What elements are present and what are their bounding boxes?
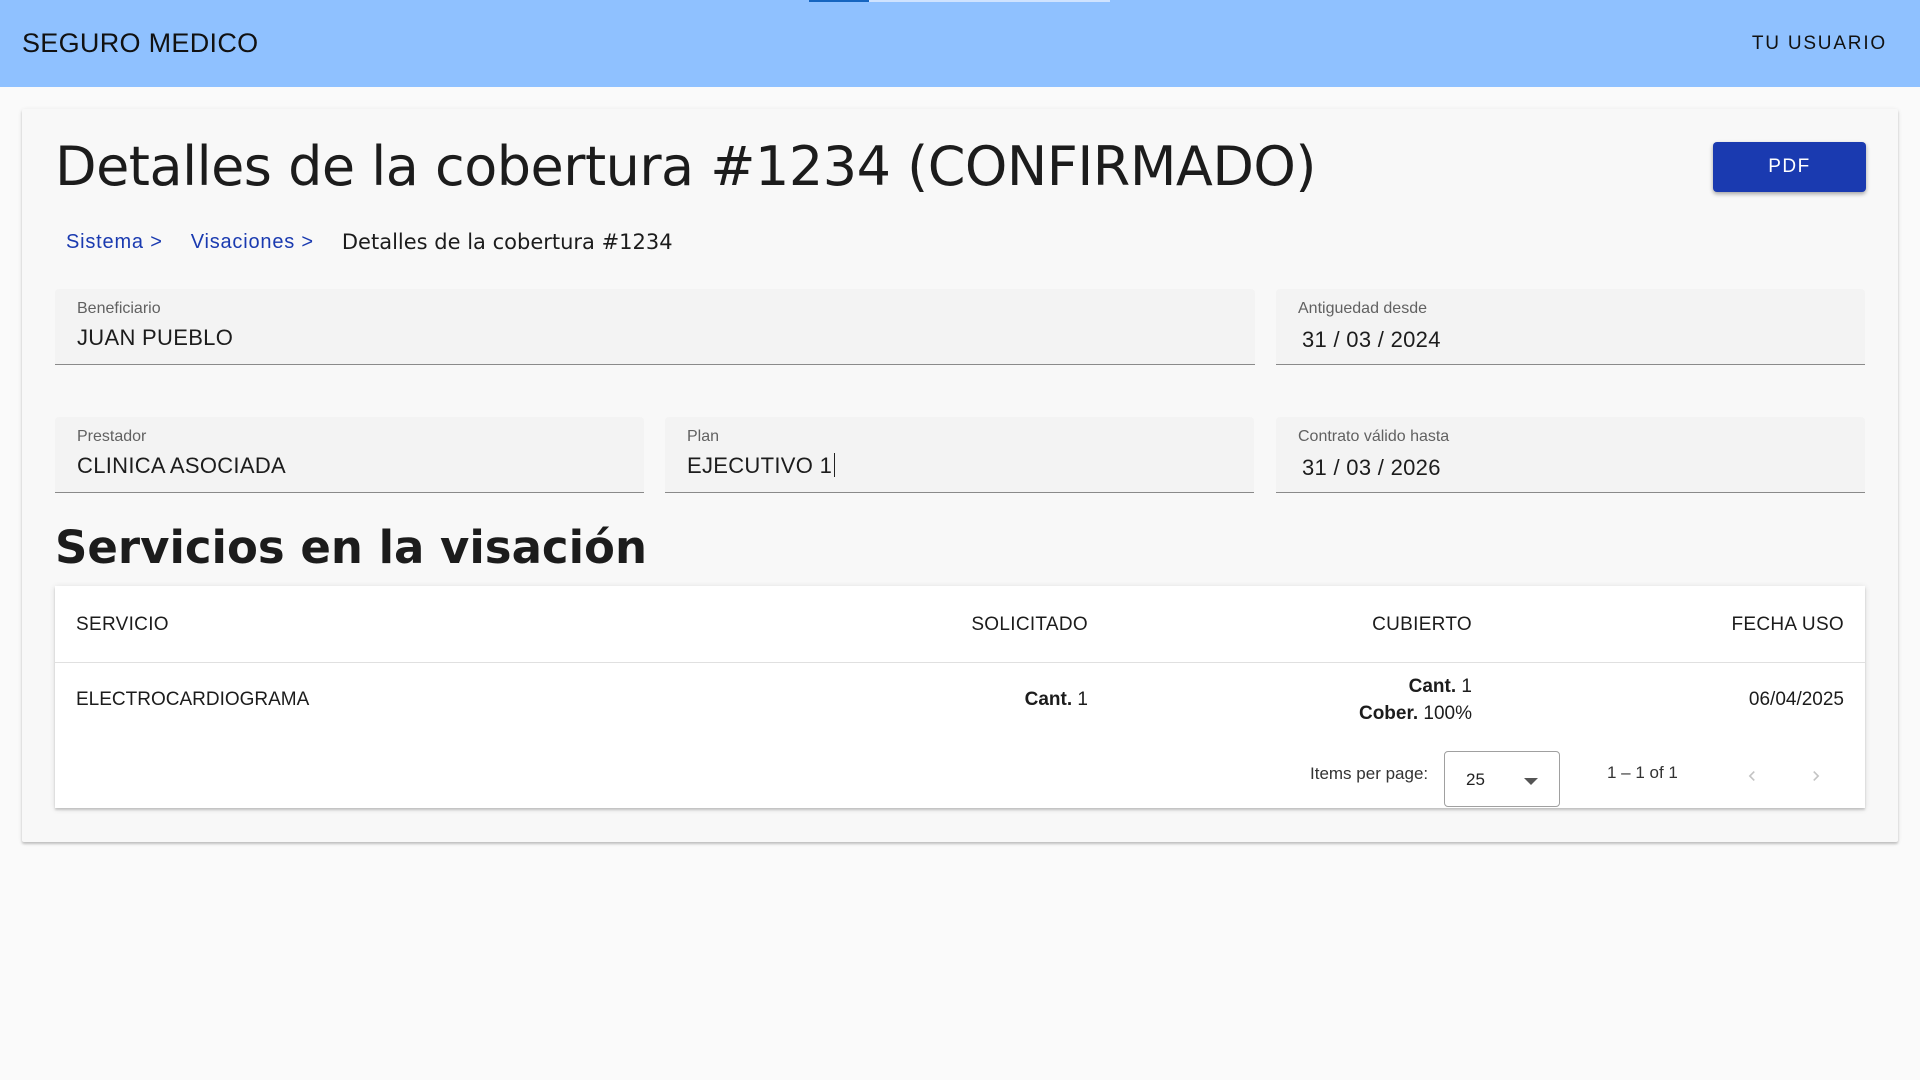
table-header-row: SERVICIO SOLICITADO CUBIERTO FECHA USO bbox=[55, 586, 1865, 663]
plan-label: Plan bbox=[687, 428, 720, 445]
breadcrumb: Sistema > Visaciones > Detalles de la co… bbox=[66, 230, 673, 254]
column-header-servicio: SERVICIO bbox=[76, 614, 169, 635]
solicitado-value: 1 bbox=[1077, 689, 1088, 710]
cubierto-cober-label: Cober. bbox=[1358, 703, 1419, 724]
page-title: Detalles de la cobertura #1234 (CONFIRMA… bbox=[55, 135, 1317, 198]
plan-value: EJECUTIVO 1 bbox=[687, 453, 835, 479]
services-table: SERVICIO SOLICITADO CUBIERTO FECHA USO E… bbox=[55, 586, 1865, 808]
page-size-select[interactable]: 25 bbox=[1444, 751, 1560, 807]
next-page-button[interactable] bbox=[1796, 756, 1836, 796]
column-header-fecha-uso: FECHA USO bbox=[1731, 614, 1844, 635]
cubierto-cant-label: Cant. bbox=[1408, 676, 1457, 697]
beneficiario-label: Beneficiario bbox=[77, 300, 161, 317]
cubierto-cant-cell: Cant. 1 bbox=[1409, 676, 1472, 698]
prestador-value: CLINICA ASOCIADA bbox=[77, 453, 286, 478]
items-per-page-label: Items per page: bbox=[1310, 764, 1429, 783]
solicitado-label: Cant. bbox=[1024, 689, 1073, 710]
loading-progress-bar bbox=[809, 0, 870, 2]
solicitado-cell: Cant. 1 bbox=[1025, 689, 1088, 711]
column-header-cubierto: CUBIERTO bbox=[1372, 614, 1472, 635]
antiguedad-date-field[interactable]: Antiguedad desde 31 / 03 / 2024 bbox=[1276, 289, 1865, 365]
app-title: SEGURO MEDICO bbox=[22, 28, 259, 58]
chevron-left-icon bbox=[1748, 771, 1755, 781]
page-range-label: 1 – 1 of 1 bbox=[1607, 763, 1678, 782]
coverage-details-card: Detalles de la cobertura #1234 (CONFIRMA… bbox=[22, 109, 1898, 842]
user-menu-button[interactable]: TU USUARIO bbox=[1752, 33, 1887, 55]
cubierto-cant-value: 1 bbox=[1461, 676, 1472, 697]
dropdown-arrow-icon bbox=[1524, 778, 1538, 785]
prestador-field[interactable]: Prestador CLINICA ASOCIADA bbox=[55, 417, 644, 493]
pdf-button[interactable]: PDF bbox=[1713, 142, 1866, 192]
antiguedad-label: Antiguedad desde bbox=[1298, 300, 1427, 317]
antiguedad-value: 31 / 03 / 2024 bbox=[1302, 327, 1441, 352]
cubierto-cober-cell: Cober. 100% bbox=[1359, 703, 1472, 725]
top-toolbar: SEGURO MEDICO TU USUARIO bbox=[0, 0, 1920, 87]
table-row[interactable]: ELECTROCARDIOGRAMA Cant. 1 Cant. 1 Cober… bbox=[55, 664, 1865, 742]
services-section-title: Servicios en la visación bbox=[55, 521, 647, 574]
breadcrumb-current: Detalles de la cobertura #1234 bbox=[341, 230, 673, 254]
contrato-label: Contrato válido hasta bbox=[1298, 428, 1450, 445]
cubierto-cober-value: 100% bbox=[1423, 703, 1472, 724]
beneficiario-field[interactable]: Beneficiario JUAN PUEBLO bbox=[55, 289, 1255, 365]
fecha-uso-cell: 06/04/2025 bbox=[1748, 689, 1844, 710]
breadcrumb-link-sistema[interactable]: Sistema > bbox=[66, 231, 163, 254]
table-paginator: Items per page: 25 1 – 1 of 1 bbox=[55, 742, 1865, 808]
previous-page-button[interactable] bbox=[1732, 756, 1772, 796]
servicio-cell: ELECTROCARDIOGRAMA bbox=[76, 689, 310, 710]
chevron-right-icon bbox=[1813, 771, 1820, 781]
contrato-value: 31 / 03 / 2026 bbox=[1302, 455, 1441, 480]
beneficiario-value: JUAN PUEBLO bbox=[77, 325, 234, 350]
column-header-solicitado: SOLICITADO bbox=[971, 614, 1088, 635]
contrato-date-field[interactable]: Contrato válido hasta 31 / 03 / 2026 bbox=[1276, 417, 1865, 493]
plan-field[interactable]: Plan EJECUTIVO 1 bbox=[665, 417, 1254, 493]
breadcrumb-link-visaciones[interactable]: Visaciones > bbox=[191, 231, 314, 254]
page-size-value: 25 bbox=[1466, 770, 1485, 789]
prestador-label: Prestador bbox=[77, 428, 147, 445]
